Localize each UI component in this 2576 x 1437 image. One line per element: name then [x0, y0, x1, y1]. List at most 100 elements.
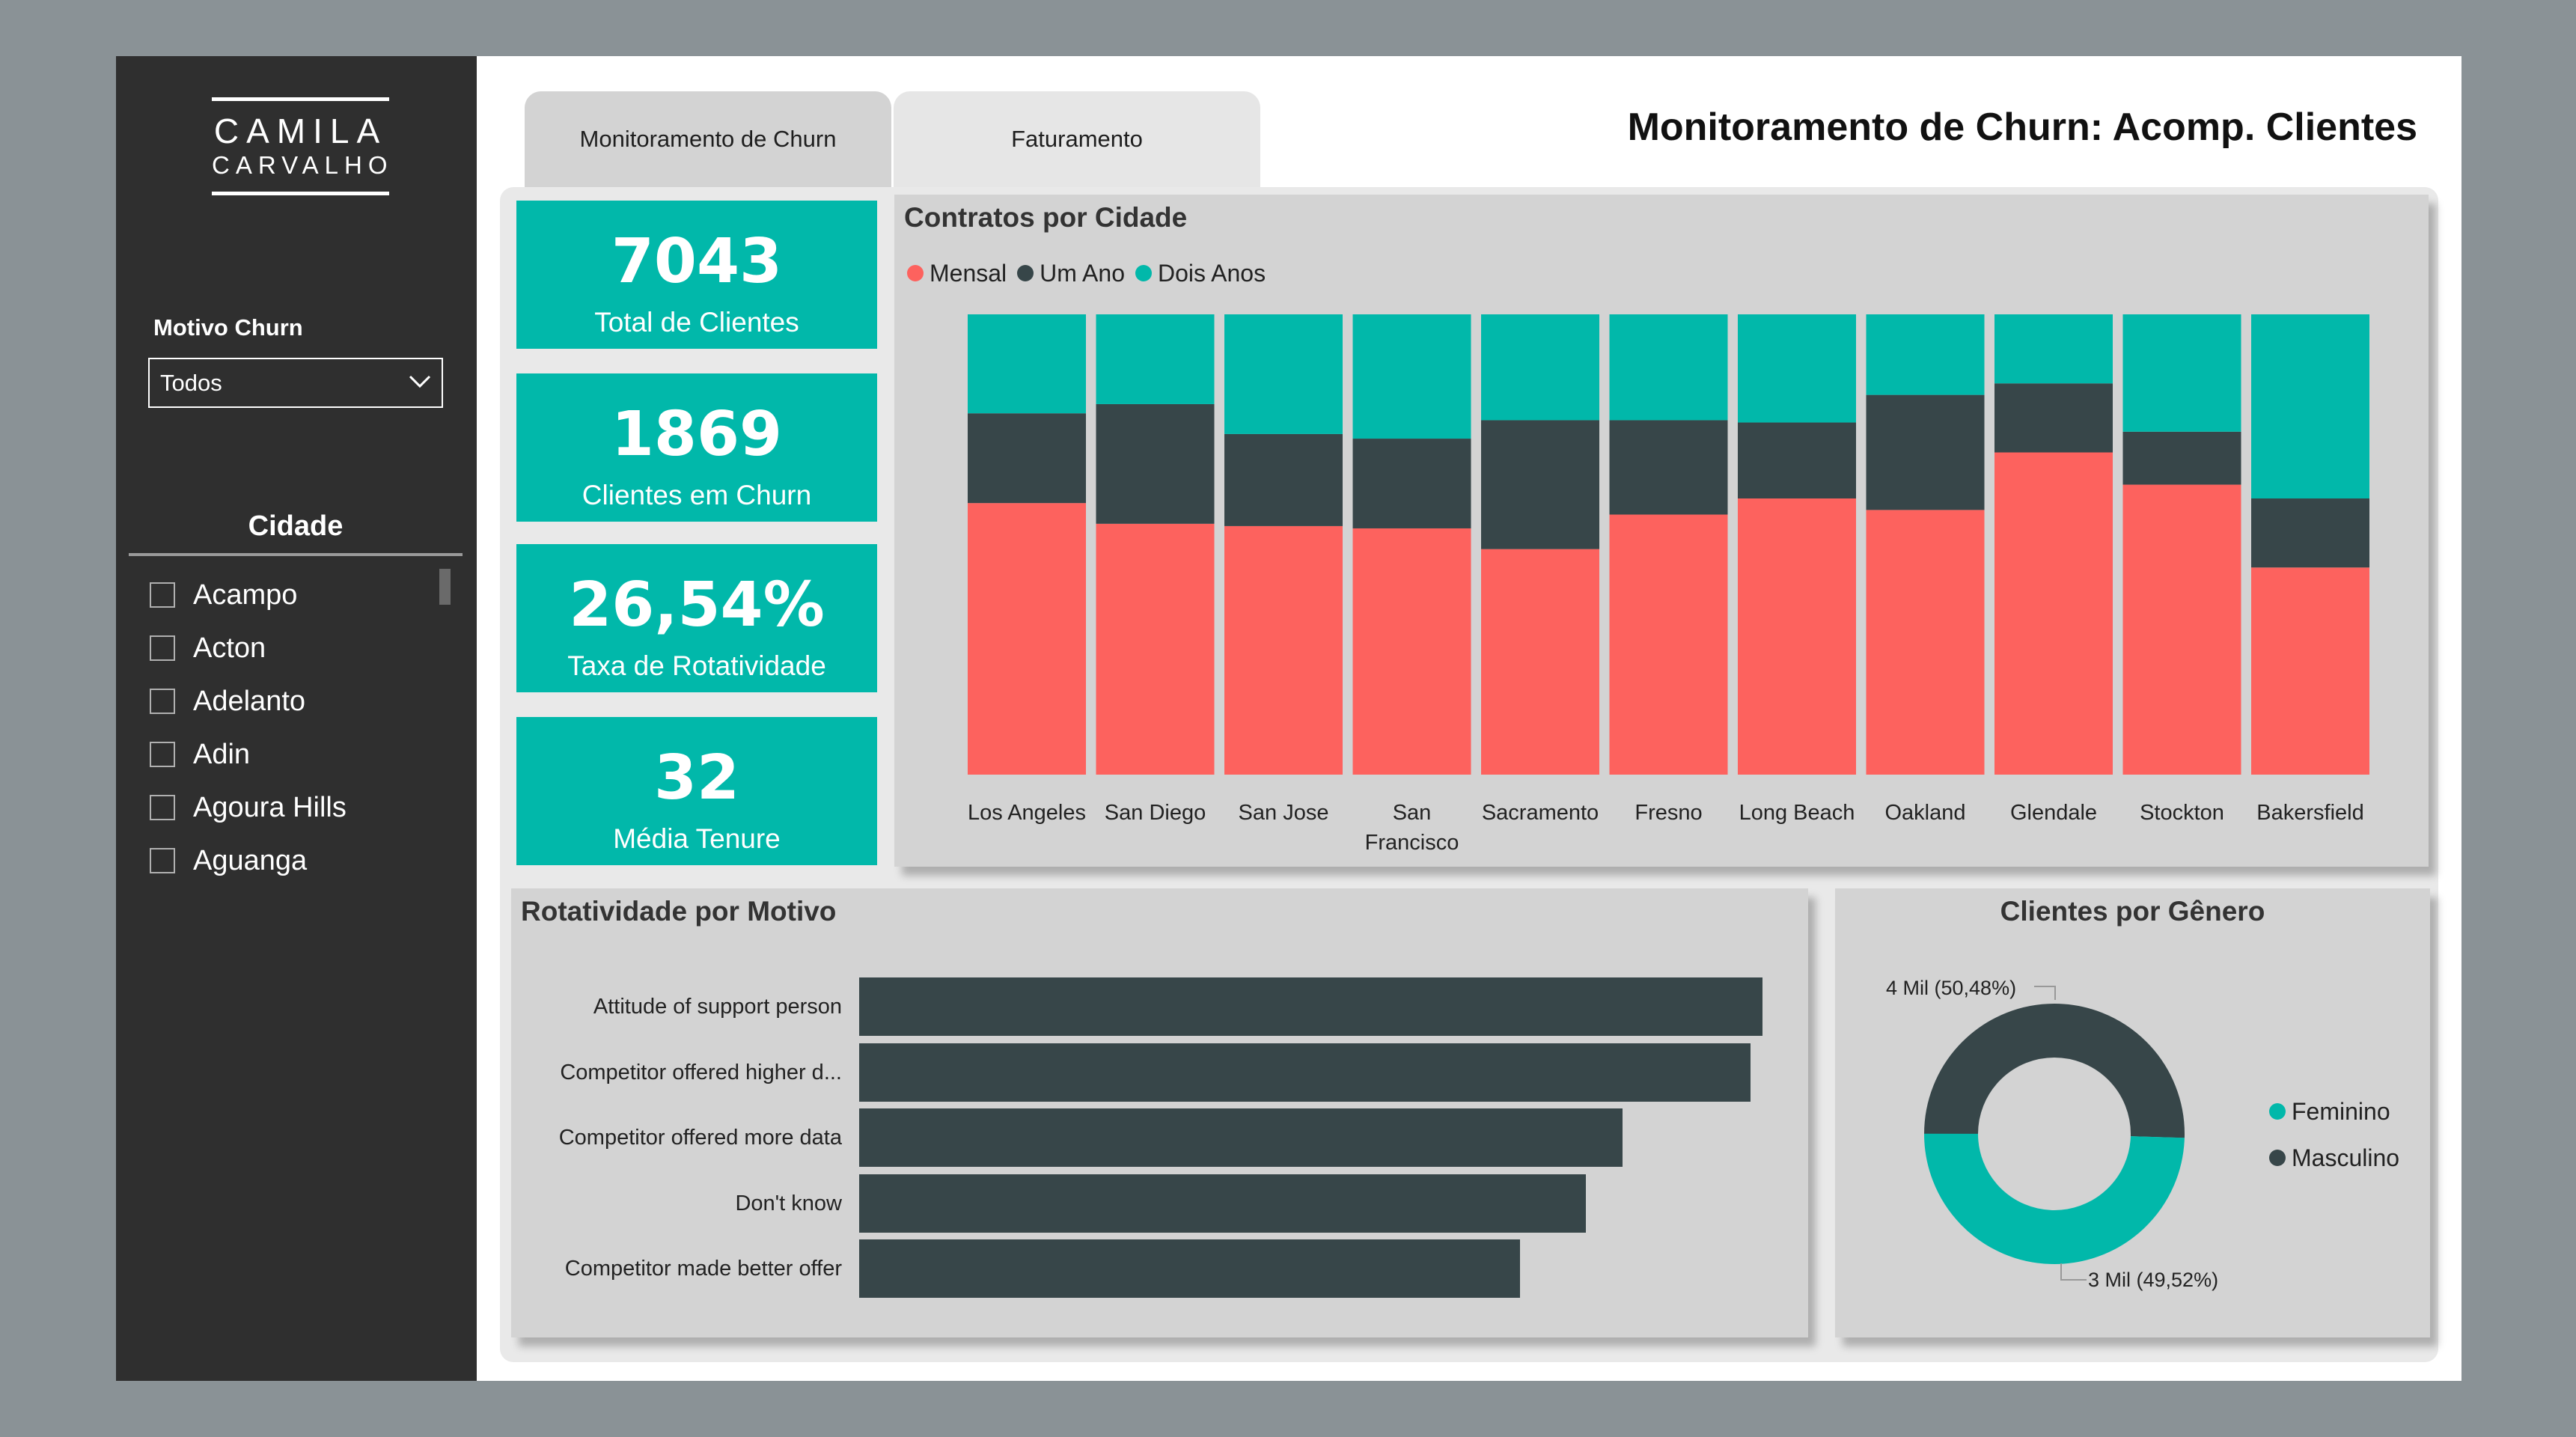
filter-label: Motivo Churn: [153, 314, 303, 341]
checkbox[interactable]: [150, 848, 175, 873]
kpi-label: Média Tenure: [613, 823, 781, 854]
city-label: Acton: [193, 632, 266, 664]
city-option[interactable]: Aguanga: [150, 838, 307, 883]
legend-item-mensal[interactable]: Mensal: [907, 260, 1007, 287]
chart-title: Clientes por Gênero: [2000, 896, 2265, 927]
checkbox[interactable]: [150, 582, 175, 608]
motivo-bar[interactable]: [859, 1043, 1751, 1102]
bar-segment-mensal[interactable]: [1994, 452, 2113, 775]
tab-faturamento[interactable]: Faturamento: [894, 91, 1260, 187]
y-tick-label: Attitude of support person: [593, 995, 842, 1019]
motivo-churn-dropdown[interactable]: Todos: [148, 358, 443, 408]
y-tick-label: Competitor offered higher d...: [560, 1060, 842, 1084]
city-label: Acampo: [193, 579, 298, 611]
x-tick-label: San Diego: [1105, 801, 1206, 825]
bar-segment-dois-anos[interactable]: [1738, 314, 1856, 423]
city-label: Aguanga: [193, 844, 308, 876]
kpi-value: 26,54%: [569, 570, 825, 641]
city-option[interactable]: Agoura Hills: [150, 785, 347, 830]
bar-segment-mensal[interactable]: [2251, 567, 2369, 775]
bar-segment-mensal[interactable]: [1609, 514, 1728, 775]
divider: [129, 553, 463, 556]
scrollbar[interactable]: [439, 569, 451, 605]
legend-label: Feminino: [2292, 1097, 2390, 1125]
x-tick-label: San Jose: [1239, 801, 1329, 825]
bar-segment-mensal[interactable]: [1096, 523, 1215, 775]
bar-segment-dois-anos[interactable]: [1866, 314, 1985, 395]
bar-segment-um-ano[interactable]: [1738, 422, 1856, 498]
y-tick-label: Don't know: [735, 1191, 842, 1215]
motivo-bar[interactable]: [859, 1239, 1521, 1298]
x-tick-label: Francisco: [1365, 831, 1459, 855]
bar-segment-dois-anos[interactable]: [1481, 314, 1599, 421]
kpi-card-taxa-rotatividade: 26,54% Taxa de Rotatividade: [516, 544, 877, 692]
kpi-value: 32: [653, 742, 740, 814]
x-tick-label: Fresno: [1635, 801, 1702, 825]
bar-segment-mensal[interactable]: [1481, 549, 1599, 775]
brand-line1: CAMILA: [213, 112, 388, 150]
bar-segment-um-ano[interactable]: [1352, 439, 1471, 528]
bar-segment-mensal[interactable]: [2122, 484, 2241, 775]
x-tick-label: Oakland: [1884, 801, 1965, 825]
bar-segment-dois-anos[interactable]: [1352, 314, 1471, 439]
bar-segment-um-ano[interactable]: [1481, 420, 1599, 549]
bar-segment-um-ano[interactable]: [2122, 431, 2241, 485]
motivo-bar[interactable]: [859, 977, 1762, 1036]
city-option[interactable]: Acampo: [150, 573, 297, 617]
bar-segment-dois-anos[interactable]: [1224, 314, 1343, 434]
legend-item-feminino[interactable]: Feminino: [2269, 1096, 2390, 1126]
tab-monitoramento-churn[interactable]: Monitoramento de Churn: [525, 91, 891, 187]
contratos-bar-chart: Los Angeles San Diego San Jose San Francisco…: [968, 314, 2369, 855]
checkbox[interactable]: [150, 689, 175, 714]
motivo-bar[interactable]: [859, 1174, 1587, 1233]
bar-segment-dois-anos[interactable]: [1609, 314, 1728, 421]
bar-segment-mensal[interactable]: [968, 503, 1086, 775]
bar-segment-mensal[interactable]: [1224, 525, 1343, 775]
bar-segment-dois-anos[interactable]: [2251, 314, 2369, 498]
legend-item-um-ano[interactable]: Um Ano: [1017, 260, 1125, 287]
bar-segment-mensal[interactable]: [1352, 528, 1471, 775]
y-tick-label: Competitor offered more data: [558, 1126, 842, 1150]
legend-dot: [1017, 265, 1034, 281]
leader-line: [2034, 986, 2056, 1000]
bar-segment-dois-anos[interactable]: [2122, 314, 2241, 432]
legend-item-dois-anos[interactable]: Dois Anos: [1135, 260, 1266, 287]
kpi-label: Taxa de Rotatividade: [567, 650, 826, 681]
bar-segment-mensal[interactable]: [1738, 498, 1856, 775]
bar-segment-um-ano[interactable]: [1096, 403, 1215, 524]
legend-dot: [2269, 1150, 2286, 1166]
brand-line2: CARVALHO: [212, 151, 394, 179]
x-tick-label: Glendale: [2010, 801, 2097, 825]
dropdown-value: Todos: [160, 370, 222, 396]
bar-segment-um-ano[interactable]: [1609, 420, 1728, 515]
legend-label: Masculino: [2292, 1144, 2400, 1171]
bar-segment-um-ano[interactable]: [1224, 433, 1343, 526]
genero-donut-chart: [1924, 1004, 2185, 1264]
bar-segment-dois-anos[interactable]: [968, 314, 1086, 414]
x-tick-label: San: [1393, 801, 1432, 825]
kpi-card-total-clientes: 7043 Total de Clientes: [516, 201, 877, 349]
legend-item-masculino[interactable]: Masculino: [2269, 1143, 2399, 1173]
checkbox[interactable]: [150, 795, 175, 820]
chart-legend: Mensal Um Ano Dois Anos: [907, 258, 1276, 288]
bar-segment-mensal[interactable]: [1866, 510, 1985, 775]
motivo-bar[interactable]: [859, 1108, 1623, 1167]
donut-label-masculino: 4 Mil (50,48%): [1886, 977, 2017, 999]
x-tick-label: Stockton: [2140, 801, 2224, 825]
city-option[interactable]: Acton: [150, 626, 266, 671]
brand-logo: CAMILA CARVALHO: [212, 97, 389, 197]
x-tick-label: Los Angeles: [968, 801, 1086, 825]
checkbox[interactable]: [150, 742, 175, 767]
chart-title: Contratos por Cidade: [904, 202, 1188, 233]
legend-label: Dois Anos: [1157, 259, 1266, 287]
city-label: Agoura Hills: [193, 791, 347, 823]
bar-segment-dois-anos[interactable]: [1096, 314, 1215, 404]
bar-segment-um-ano[interactable]: [2251, 498, 2369, 568]
city-option[interactable]: Adin: [150, 732, 250, 777]
bar-segment-um-ano[interactable]: [1994, 383, 2113, 453]
bar-segment-um-ano[interactable]: [1866, 394, 1985, 510]
city-option[interactable]: Adelanto: [150, 679, 305, 724]
bar-segment-dois-anos[interactable]: [1994, 314, 2113, 384]
checkbox[interactable]: [150, 635, 175, 661]
bar-segment-um-ano[interactable]: [968, 413, 1086, 504]
